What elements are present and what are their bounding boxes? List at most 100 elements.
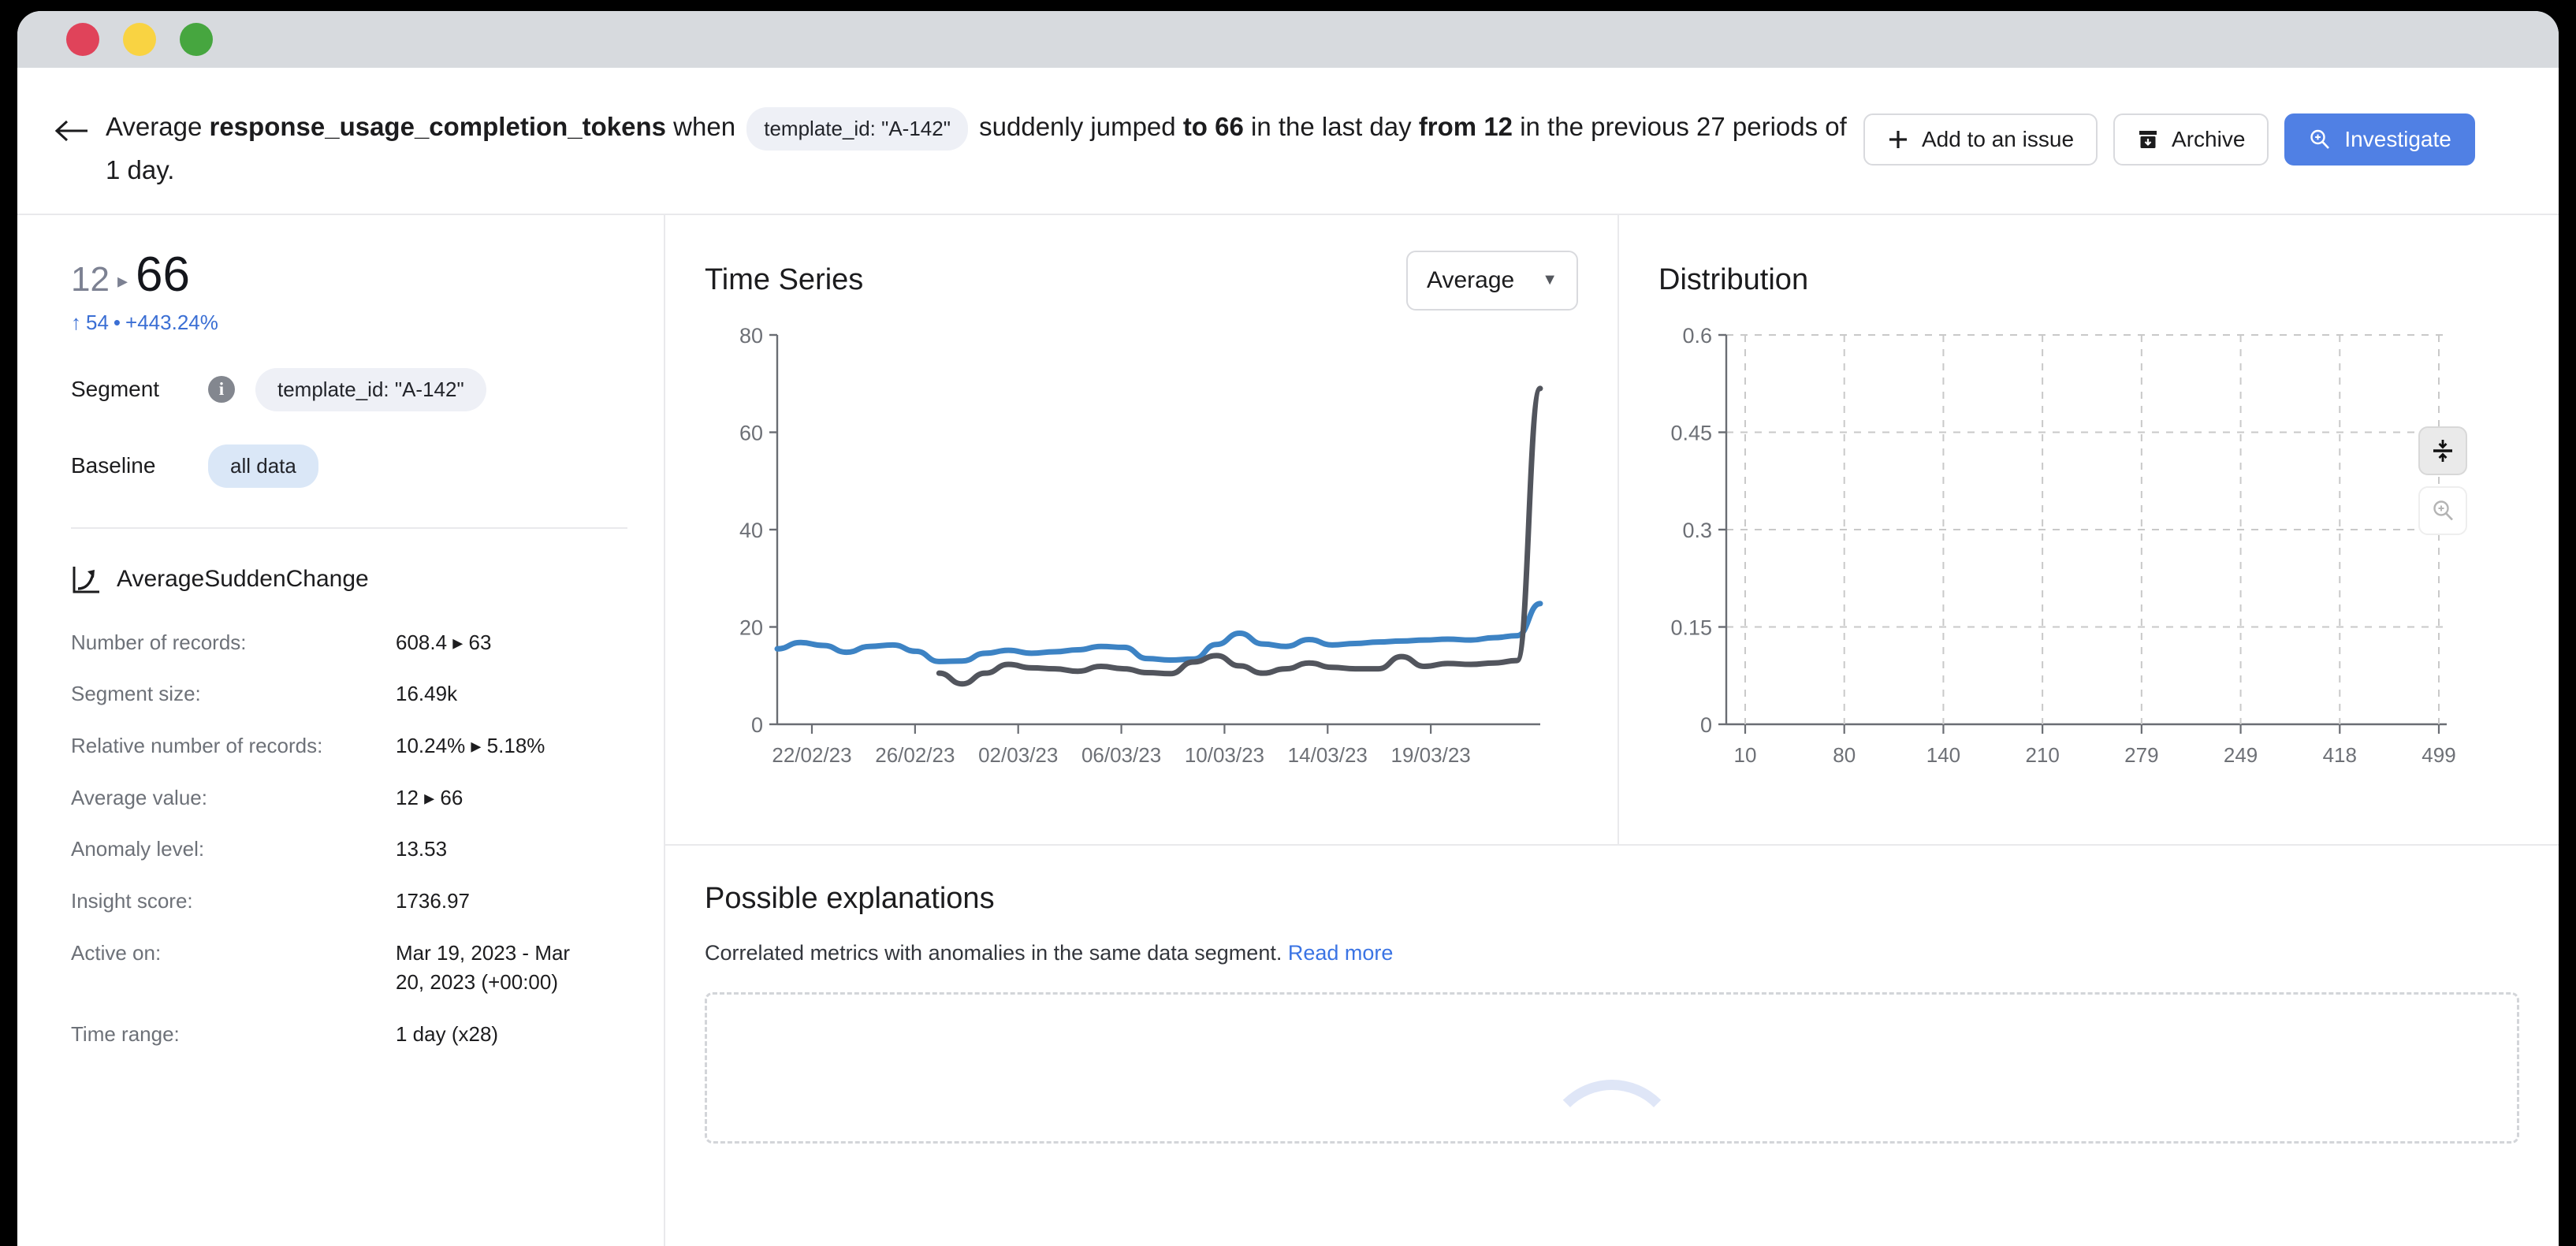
- delta-percent: +443.24%: [125, 310, 218, 334]
- explanations-subtitle: Correlated metrics with anomalies in the…: [705, 941, 2519, 965]
- time-series-title: Time Series: [705, 263, 864, 296]
- segment-row: Segment i template_id: "A-142": [71, 367, 627, 411]
- previous-value: 12: [71, 259, 110, 299]
- svg-text:279: 279: [2124, 743, 2158, 767]
- read-more-link[interactable]: Read more: [1288, 941, 1394, 965]
- sidebar-divider: [71, 526, 627, 529]
- svg-text:80: 80: [739, 324, 763, 348]
- value-summary: 12 ▸ 66: [71, 247, 627, 303]
- time-series-chart[interactable]: 0 20 40 60 80 22/02/23 26/02/23 02/03/23 06/03/2…: [705, 314, 1556, 803]
- svg-text:10: 10: [1734, 743, 1757, 767]
- headline-part2: when: [666, 112, 743, 142]
- window-minimize-button[interactable]: [123, 23, 156, 56]
- stat-row: Active on: Mar 19, 2023 - Mar 20, 2023 (…: [71, 939, 627, 998]
- aggregation-selected-value: Average: [1427, 266, 1515, 293]
- search-plus-icon: [2310, 129, 2330, 149]
- archive-button[interactable]: Archive: [2113, 113, 2269, 166]
- time-series-header: Time Series Average ▼: [705, 247, 1578, 314]
- svg-text:22/02/23: 22/02/23: [772, 743, 851, 767]
- stat-key: Anomaly level:: [71, 837, 205, 861]
- stat-row: Segment size: 16.49k: [71, 679, 627, 709]
- svg-text:0.6: 0.6: [1682, 324, 1712, 348]
- window-titlebar: [17, 11, 2559, 68]
- svg-text:418: 418: [2323, 743, 2357, 767]
- stat-key: Average value:: [71, 785, 207, 809]
- baseline-row: Baseline all data: [71, 444, 627, 488]
- svg-text:10/03/23: 10/03/23: [1185, 743, 1264, 767]
- delta-separator: •: [113, 310, 121, 334]
- aggregation-select[interactable]: Average ▼: [1406, 250, 1578, 311]
- stat-key: Insight score:: [71, 888, 193, 913]
- back-button[interactable]: [50, 109, 95, 153]
- svg-text:0: 0: [1700, 713, 1712, 737]
- baseline-label: Baseline: [71, 453, 156, 478]
- stat-key: Time range:: [71, 1022, 180, 1046]
- header-actions: Add to an issue Archive Investigate: [1863, 113, 2475, 166]
- time-series-panel: Time Series Average ▼ 0 20 40 60 80 22/02/23 2…: [665, 214, 1619, 844]
- svg-text:0.3: 0.3: [1682, 519, 1712, 542]
- svg-text:06/03/23: 06/03/23: [1081, 743, 1161, 767]
- browser-window: Average response_usage_completion_tokens…: [17, 11, 2559, 1246]
- svg-text:26/02/23: 26/02/23: [875, 743, 955, 767]
- stat-row: Average value: 12 ▸ 66: [71, 783, 627, 813]
- distribution-chart[interactable]: 0 0.15 0.3 0.45 0.6 10 80 140 210 279 249 418 499: [1658, 314, 2462, 803]
- add-to-issue-label: Add to an issue: [1922, 127, 2075, 151]
- possible-explanations-section: Possible explanations Correlated metrics…: [665, 846, 2559, 1246]
- stat-value: 13.53: [396, 837, 448, 861]
- window-maximize-button[interactable]: [180, 23, 213, 56]
- compress-vertical-button[interactable]: [2418, 426, 2467, 475]
- stat-value: 12 ▸ 66: [396, 785, 463, 809]
- stat-value: 1 day (x28): [396, 1022, 499, 1046]
- explanations-title: Possible explanations: [705, 881, 995, 915]
- stat-value: 10.24% ▸ 5.18%: [396, 733, 545, 757]
- distribution-panel: Distribution 0 0.15 0.3 0.45 0.6 10 80 1…: [1619, 215, 2559, 844]
- headline-part4: in the last day: [1243, 112, 1419, 142]
- svg-text:20: 20: [739, 616, 763, 639]
- svg-text:19/03/23: 19/03/23: [1391, 743, 1471, 767]
- stat-key: Relative number of records:: [71, 733, 323, 757]
- svg-text:80: 80: [1833, 743, 1856, 767]
- window-close-button[interactable]: [66, 23, 99, 56]
- explanations-loading-box: [705, 991, 2519, 1144]
- stat-row: Number of records: 608.4 ▸ 63: [71, 628, 627, 658]
- arrow-left-icon: [55, 120, 87, 142]
- investigate-button[interactable]: Investigate: [2284, 113, 2475, 166]
- delta-summary: ↑ 54 • +443.24%: [71, 311, 627, 335]
- headline-to-value: to 66: [1182, 112, 1244, 142]
- svg-text:14/03/23: 14/03/23: [1288, 743, 1368, 767]
- stat-key: Active on:: [71, 940, 162, 965]
- stat-row: Insight score: 1736.97: [71, 887, 627, 917]
- page-title: Average response_usage_completion_tokens…: [106, 107, 1863, 190]
- stat-value: 1736.97: [396, 888, 470, 913]
- headline-segment-chip[interactable]: template_id: "A-142": [746, 107, 968, 151]
- delta-up-arrow-icon: ↑: [71, 310, 81, 334]
- add-to-issue-button[interactable]: Add to an issue: [1863, 113, 2098, 166]
- segment-label: Segment: [71, 377, 160, 401]
- segment-chip[interactable]: template_id: "A-142": [255, 367, 486, 411]
- baseline-chip[interactable]: all data: [208, 444, 318, 488]
- svg-text:0.45: 0.45: [1670, 421, 1712, 444]
- trend-up-chart-icon: [73, 566, 99, 593]
- app-root: Average response_usage_completion_tokens…: [17, 68, 2559, 1246]
- main-area: 12 ▸ 66 ↑ 54 • +443.24% Segment i templa…: [17, 214, 2559, 1246]
- stats-list: Number of records: 608.4 ▸ 63 Segment si…: [71, 628, 627, 1050]
- info-icon[interactable]: i: [208, 376, 235, 403]
- detector-row: AverageSuddenChange: [71, 563, 627, 595]
- value-arrow-icon: ▸: [117, 268, 128, 292]
- delta-absolute: 54: [86, 310, 109, 334]
- zoom-in-button[interactable]: [2418, 485, 2467, 535]
- headline-part1: Average: [106, 112, 210, 142]
- compress-vertical-icon: [2433, 439, 2452, 462]
- stat-value: Mar 19, 2023 - Mar 20, 2023 (+00:00): [396, 940, 571, 995]
- detector-name: AverageSuddenChange: [117, 565, 369, 592]
- svg-text:499: 499: [2422, 743, 2455, 767]
- svg-text:02/03/23: 02/03/23: [978, 743, 1058, 767]
- stat-row: Time range: 1 day (x28): [71, 1020, 627, 1050]
- chevron-down-icon: ▼: [1542, 271, 1558, 288]
- distribution-header: Distribution: [1658, 247, 2519, 314]
- headline-from-value: from 12: [1418, 112, 1513, 142]
- zoom-in-icon: [2433, 500, 2453, 520]
- svg-text:140: 140: [1926, 743, 1960, 767]
- investigate-label: Investigate: [2344, 127, 2451, 151]
- headline-part3: suddenly jumped: [971, 112, 1183, 142]
